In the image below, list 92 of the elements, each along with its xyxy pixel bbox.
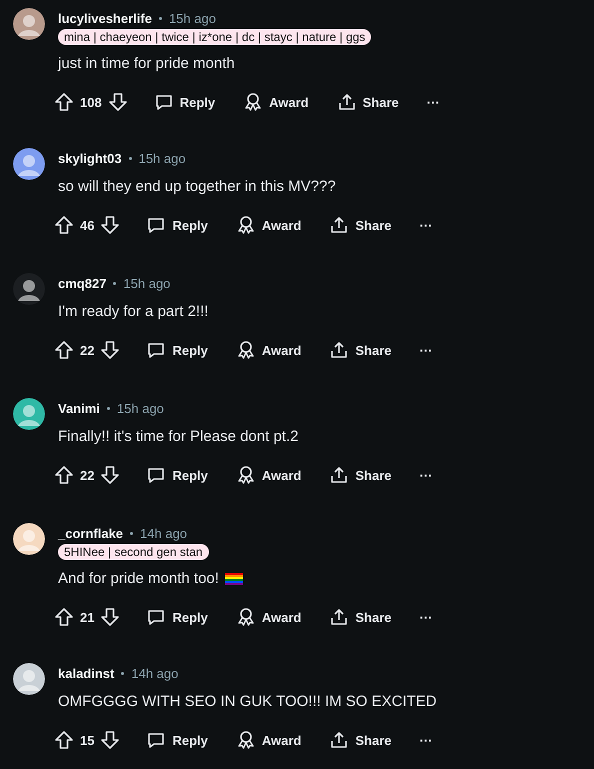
award-icon	[236, 340, 256, 360]
avatar[interactable]	[13, 148, 45, 180]
award-button[interactable]: Award	[228, 461, 310, 489]
separator-dot	[106, 406, 110, 410]
user-flair: mina | chaeyeon | twice | iz*one | dc | stayc | nature | ggs	[58, 29, 372, 45]
share-button[interactable]: Share	[321, 461, 400, 489]
downvote-icon[interactable]	[100, 340, 120, 360]
upvote-icon[interactable]	[54, 730, 74, 750]
comment-text: Finally!! it's time for Please dont pt.2	[58, 428, 298, 445]
award-icon	[243, 92, 264, 112]
timestamp: 15h ago	[116, 400, 164, 416]
avatar[interactable]	[13, 273, 45, 305]
avatar[interactable]	[13, 398, 45, 430]
downvote-icon[interactable]	[100, 465, 120, 485]
more-button[interactable]: ···	[412, 214, 441, 236]
share-button[interactable]: Share	[321, 336, 400, 364]
username[interactable]: lucylivesherlife	[58, 10, 152, 26]
downvote-icon[interactable]	[100, 730, 120, 750]
separator-dot	[158, 16, 162, 20]
comment-icon	[146, 607, 166, 627]
more-button[interactable]: ···	[412, 728, 441, 752]
reply-button[interactable]: Reply	[138, 336, 216, 364]
avatar[interactable]	[13, 663, 45, 695]
username[interactable]: cmq827	[58, 276, 106, 290]
separator-dot	[130, 532, 134, 534]
upvote-icon[interactable]	[54, 465, 74, 485]
timestamp: 15h ago	[168, 10, 216, 26]
more-button[interactable]: ···	[412, 606, 441, 628]
award-button[interactable]: Award	[235, 88, 317, 116]
username[interactable]: skylight03	[58, 150, 122, 166]
upvote-icon[interactable]	[54, 215, 74, 235]
downvote-icon[interactable]	[100, 607, 120, 627]
award-button[interactable]: Award	[228, 211, 310, 239]
avatar[interactable]	[13, 8, 45, 40]
user-flair: 5HINee | second gen stan	[58, 544, 209, 560]
vote-count: 22	[80, 468, 94, 482]
timestamp: 15h ago	[138, 150, 186, 166]
downvote-icon[interactable]	[100, 215, 120, 235]
comment-icon	[146, 465, 166, 485]
share-button[interactable]: Share	[328, 88, 407, 116]
award-icon	[236, 465, 256, 485]
comment-icon	[146, 730, 166, 750]
share-icon	[329, 340, 350, 360]
award-button[interactable]: Award	[228, 336, 310, 364]
comment-text: so will they end up together in this MV???	[58, 178, 336, 195]
share-icon	[329, 215, 350, 235]
avatar[interactable]	[13, 523, 45, 555]
username[interactable]: Vanimi	[58, 400, 100, 416]
timestamp: 14h ago	[140, 526, 188, 540]
share-button[interactable]: Share	[321, 726, 400, 754]
comment-icon	[146, 340, 166, 360]
share-button[interactable]: Share	[321, 603, 400, 631]
award-icon	[236, 607, 256, 627]
comment-text: I'm ready for a part 2!!!	[58, 303, 208, 320]
share-icon	[329, 730, 350, 750]
comment-text: OMFGGGG WITH SEO IN GUK TOO!!! IM SO EXCITED	[58, 693, 437, 710]
reply-button[interactable]: Reply	[138, 726, 216, 754]
comment-icon	[154, 92, 174, 112]
comment-icon	[146, 215, 166, 235]
more-button[interactable]: ···	[412, 338, 441, 362]
separator-dot	[121, 672, 124, 674]
reply-button[interactable]: Reply	[146, 88, 224, 116]
timestamp: 14h ago	[131, 666, 178, 680]
award-button[interactable]: Award	[228, 726, 310, 754]
more-button[interactable]: ···	[418, 90, 448, 114]
more-button[interactable]: ···	[412, 464, 441, 486]
vote-count: 46	[80, 218, 94, 232]
username[interactable]: _cornflake	[58, 526, 124, 540]
award-icon	[236, 215, 256, 235]
share-icon	[336, 92, 357, 112]
upvote-icon[interactable]	[54, 607, 74, 627]
timestamp: 15h ago	[123, 276, 170, 290]
share-icon	[329, 607, 350, 627]
share-icon	[329, 465, 350, 485]
comment-text: just in time for pride month	[58, 55, 235, 72]
vote-count: 21	[80, 610, 94, 624]
comment-text: And for pride month too!	[58, 570, 219, 587]
award-button[interactable]: Award	[228, 603, 310, 631]
vote-count: 22	[80, 342, 94, 358]
vote-count: 15	[80, 732, 94, 748]
reply-button[interactable]: Reply	[138, 211, 216, 239]
reply-button[interactable]: Reply	[138, 461, 216, 489]
reply-button[interactable]: Reply	[138, 603, 216, 631]
award-icon	[236, 730, 256, 750]
downvote-icon[interactable]	[108, 92, 128, 112]
upvote-icon[interactable]	[54, 340, 74, 360]
upvote-icon[interactable]	[54, 92, 74, 112]
separator-dot	[113, 282, 116, 284]
separator-dot	[128, 156, 132, 160]
username[interactable]: kaladinst	[58, 666, 114, 680]
vote-count: 108	[80, 94, 102, 110]
share-button[interactable]: Share	[321, 211, 400, 239]
